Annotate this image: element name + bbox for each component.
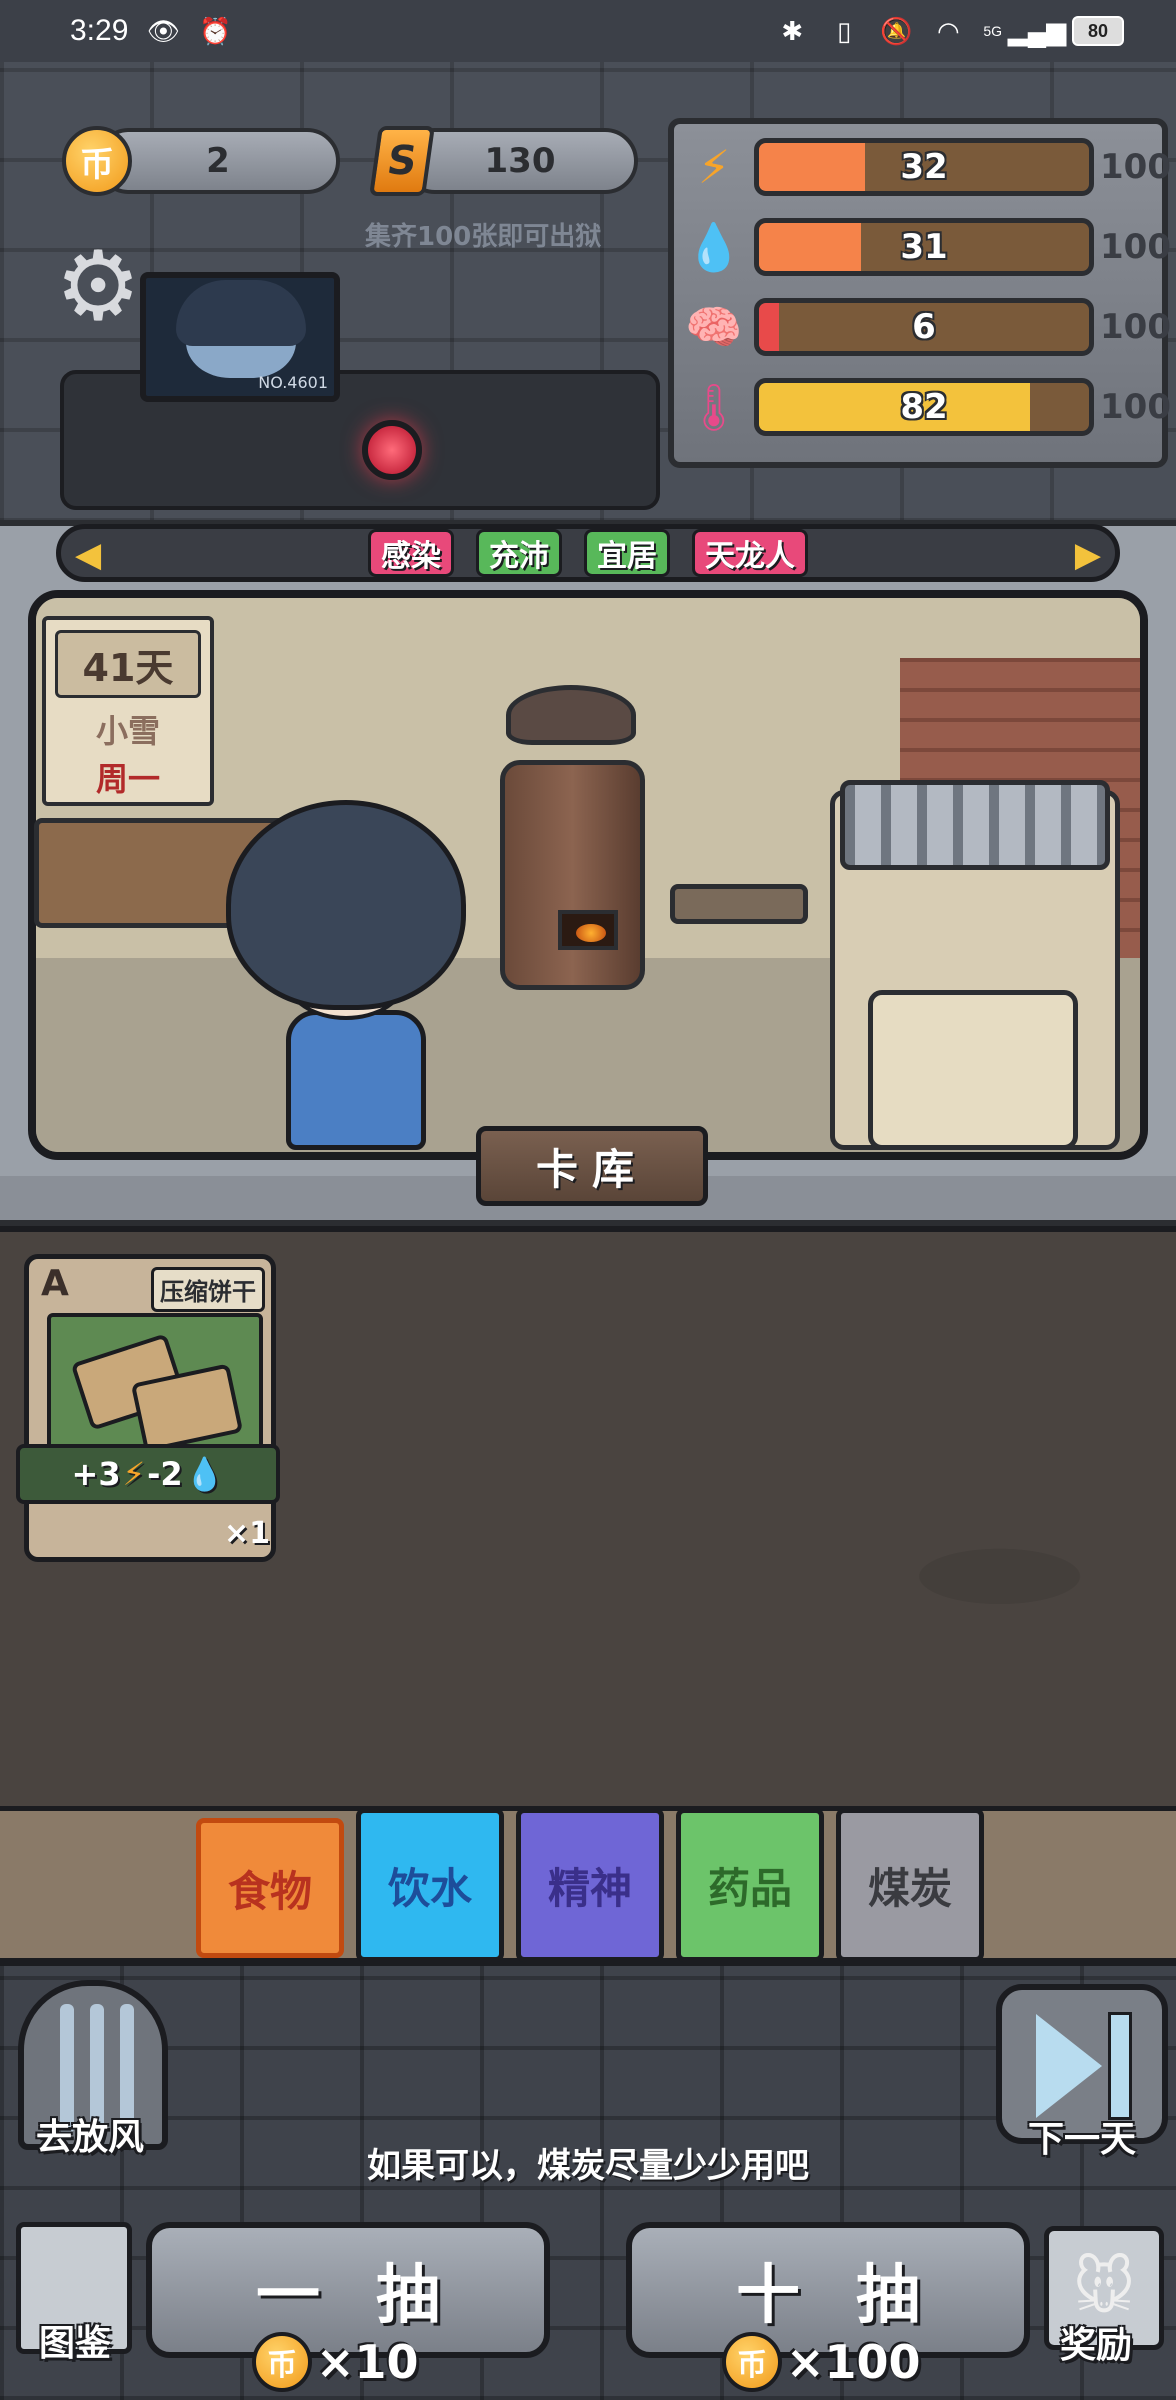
prisoner-character[interactable] — [216, 800, 476, 1160]
prisoner-uniform — [286, 1010, 426, 1150]
stat-bar: 82 — [754, 378, 1094, 436]
card-library-tab[interactable]: 卡库 — [476, 1126, 708, 1206]
draw-one-price: ×10 — [316, 2335, 419, 2389]
stat-bar: 31 — [754, 218, 1094, 276]
stat-max: 100 — [1100, 147, 1171, 187]
card-effect: +3 ⚡ -2 💧 — [16, 1444, 280, 1504]
battery-indicator: 80 — [1072, 16, 1124, 46]
water-drop-icon: 💧 — [184, 1455, 225, 1493]
prisoner-hair — [226, 800, 466, 1010]
status-bar-left: 3:29 👁 ⏰ — [70, 14, 232, 48]
coin-icon: 币 — [62, 126, 132, 196]
tag-tianlongren[interactable]: 天龙人 — [692, 529, 808, 577]
card-name: 压缩饼干 — [151, 1267, 265, 1312]
go-yard-button[interactable]: 去放风 — [2, 1970, 178, 2160]
stove-lid — [506, 685, 636, 745]
monitor-id: NO.4601 — [258, 373, 328, 392]
tag-livable[interactable]: 宜居 — [584, 529, 670, 577]
effect-plus: +3 — [71, 1455, 121, 1493]
category-water[interactable]: 饮水 — [356, 1808, 504, 1962]
stat-value: 32 — [900, 147, 948, 187]
stat-bar: 32 — [754, 138, 1094, 196]
draw-ten-price: ×100 — [786, 2335, 921, 2389]
card-count-badge: ×1 — [224, 1516, 271, 1551]
vibrate-icon: ▯ — [837, 15, 852, 46]
energy-bolt-icon: ⚡ — [697, 140, 731, 194]
tag-next-arrow-icon[interactable]: ▶ — [1075, 535, 1101, 575]
status-tag-strip: ◀ 感染 充沛 宜居 天龙人 ▶ — [56, 524, 1120, 582]
stat-mind: 🧠 6 100 — [674, 292, 1174, 362]
coin-count: 2 — [206, 141, 230, 181]
stats-board: ⚡ 32 100 💧 31 100 🧠 6 100 🌡 82 100 — [668, 118, 1171, 468]
status-bar-right: ✱ ▯ 🔕 ◠ 5G ▂▄▆ 80 — [775, 14, 1124, 48]
status-bar: 3:29 👁 ⏰ ✱ ▯ 🔕 ◠ 5G ▂▄▆ 80 — [0, 0, 1176, 62]
coal-stove[interactable] — [500, 760, 645, 990]
bed-headboard — [840, 780, 1110, 870]
collect-hint: 集齐100张即可出狱 — [365, 222, 602, 252]
monitor-hair — [176, 280, 306, 346]
rewards-button[interactable]: 奖励 — [1016, 2200, 1176, 2368]
alarm-light-icon — [362, 420, 422, 480]
thermometer-icon: 🌡 — [684, 379, 744, 434]
mute-icon: 🔕 — [880, 15, 913, 46]
card-s-icon: S — [369, 126, 435, 196]
card-grade: A — [41, 1263, 69, 1304]
card-count: 130 — [484, 141, 556, 181]
alarm-icon: ⏰ — [199, 15, 232, 46]
calendar-scroll: 41天 小雪 周一 — [42, 616, 214, 806]
clock: 3:29 — [70, 14, 129, 47]
stat-bar: 6 — [754, 298, 1094, 356]
bed-pillow — [868, 990, 1078, 1150]
eye-icon: 👁 — [146, 15, 180, 46]
weather-label: 小雪 — [95, 712, 160, 750]
draw-one-cost: 币 ×10 — [252, 2330, 419, 2394]
signal-icon: ▂▄▆ — [1007, 15, 1067, 46]
codex-button[interactable]: 图鉴 — [0, 2190, 150, 2366]
weekday-label: 周一 — [95, 760, 160, 798]
prisoner-monitor: NO.4601 — [140, 272, 340, 402]
wifi-icon: ◠ — [936, 15, 960, 46]
bluetooth-icon: ✱ — [781, 15, 804, 46]
stat-value: 6 — [912, 307, 936, 347]
tag-infection[interactable]: 感染 — [368, 529, 454, 577]
category-medicine[interactable]: 药品 — [676, 1808, 824, 1962]
tag-prev-arrow-icon[interactable]: ◀ — [75, 535, 101, 575]
settings-gear-icon[interactable]: ⚙ — [48, 236, 148, 336]
effect-minus: -2 — [147, 1455, 183, 1493]
coin-counter: 2 — [96, 128, 340, 194]
day-counter: 41天 — [55, 630, 201, 698]
stool — [670, 884, 808, 924]
water-drop-icon: 💧 — [685, 219, 743, 274]
category-coal[interactable]: 煤炭 — [836, 1808, 984, 1962]
stat-value: 82 — [900, 387, 948, 427]
tip-text: 如果可以，煤炭尽量少少用吧 — [367, 2146, 809, 2186]
stat-max: 100 — [1100, 387, 1171, 427]
tag-energetic[interactable]: 充沛 — [476, 529, 562, 577]
stat-max: 100 — [1100, 227, 1171, 267]
coin-icon: 币 — [252, 2332, 312, 2392]
stat-max: 100 — [1100, 307, 1171, 347]
biscuit-icon — [47, 1313, 263, 1463]
card-counter: 130 — [402, 128, 638, 194]
stat-energy: ⚡ 32 100 — [674, 132, 1174, 202]
category-spirit[interactable]: 精神 — [516, 1808, 664, 1962]
stove-fire-icon — [558, 910, 618, 950]
energy-bolt-icon: ⚡ — [122, 1455, 146, 1493]
stat-temperature: 🌡 82 100 — [674, 372, 1174, 442]
network-type: 5G — [983, 23, 1002, 39]
draw-ten-cost: 币 ×100 — [722, 2330, 921, 2394]
next-day-button[interactable]: 下一天 — [994, 1972, 1170, 2162]
category-food[interactable]: 食物 — [196, 1818, 344, 1958]
stat-water: 💧 31 100 — [674, 212, 1174, 282]
stat-value: 31 — [900, 227, 948, 267]
coin-icon: 币 — [722, 2332, 782, 2392]
brain-icon: 🧠 — [685, 299, 743, 354]
